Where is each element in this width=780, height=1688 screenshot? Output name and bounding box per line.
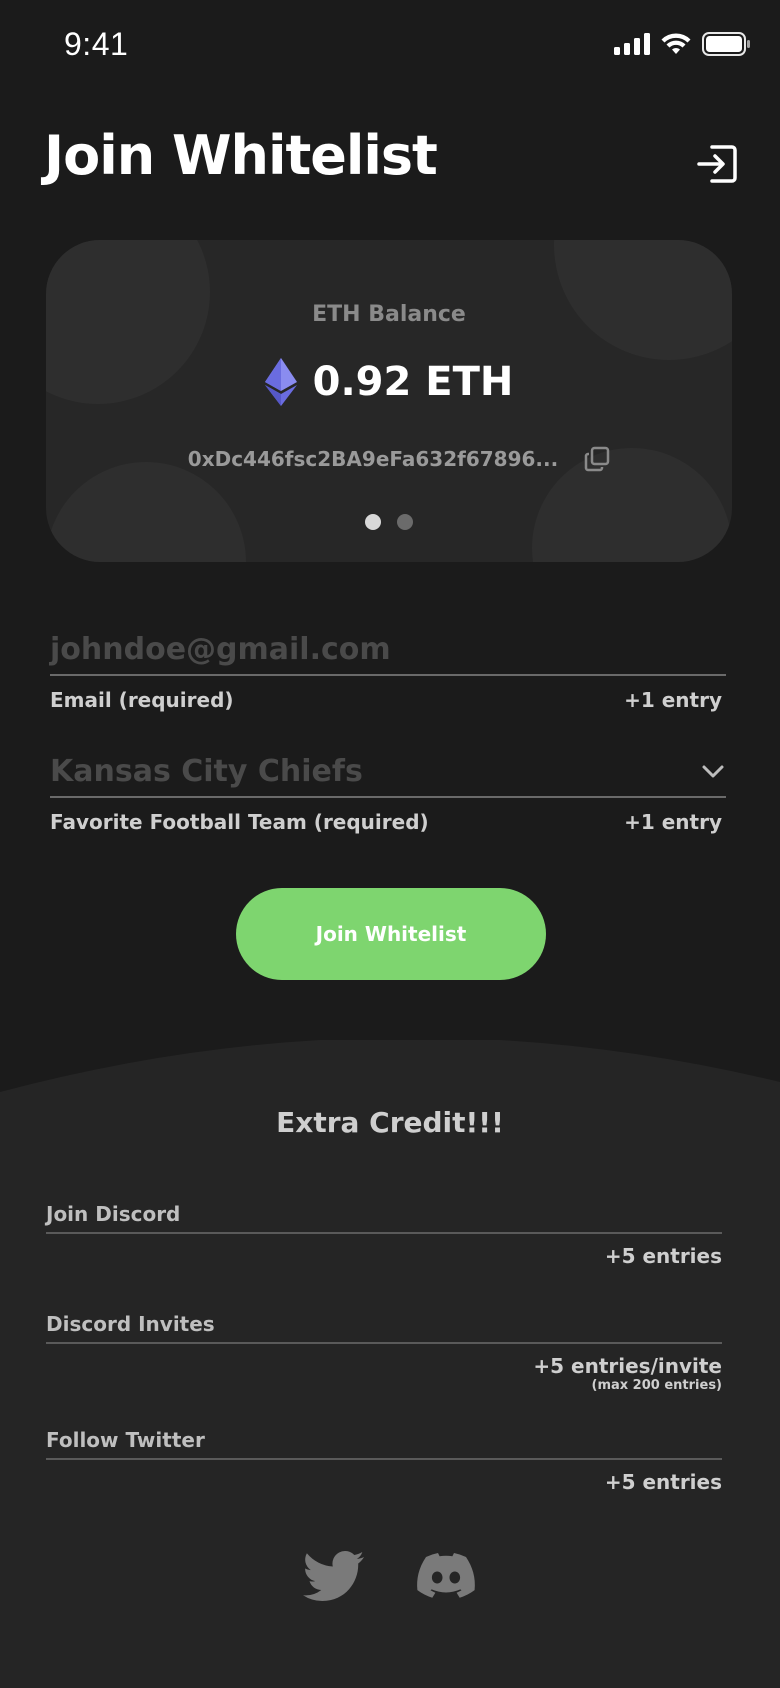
status-bar: 9:41 xyxy=(0,0,780,92)
card-pager xyxy=(46,514,732,530)
task-entry-count: +5 entries xyxy=(604,1470,722,1494)
battery-icon xyxy=(702,32,750,56)
email-placeholder: johndoe@gmail.com xyxy=(50,631,391,667)
page-title: Join Whitelist xyxy=(44,124,438,187)
email-meta: Email (required) +1 entry xyxy=(50,688,726,712)
chevron-down-icon[interactable] xyxy=(700,758,726,784)
task-label: Join Discord xyxy=(46,1202,722,1234)
team-entry-count: +1 entry xyxy=(624,810,722,834)
discord-icon[interactable] xyxy=(414,1550,478,1604)
pager-dot-active[interactable] xyxy=(365,514,381,530)
balance-card[interactable]: ETH Balance 0.92 ETH 0xDc446fsc2BA9eFa63… xyxy=(46,240,732,562)
task-entry-count: +5 entries/invite xyxy=(533,1354,722,1378)
email-field[interactable]: johndoe@gmail.com xyxy=(50,624,726,676)
pager-dot[interactable] xyxy=(397,514,413,530)
task-follow-twitter[interactable]: Follow Twitter +5 entries xyxy=(46,1428,722,1494)
social-links xyxy=(0,1550,780,1604)
task-discord-invites[interactable]: Discord Invites +5 entries/invite (max 2… xyxy=(46,1312,722,1393)
team-meta: Favorite Football Team (required) +1 ent… xyxy=(50,810,726,834)
wifi-icon xyxy=(661,33,691,54)
email-label: Email (required) xyxy=(50,688,234,712)
balance-row: 0.92 ETH xyxy=(46,358,732,406)
wallet-address-row: 0xDc446fsc2BA9eFa632f67896... xyxy=(46,446,732,472)
card-decoration xyxy=(554,240,732,360)
logout-icon xyxy=(697,145,737,183)
ethereum-icon xyxy=(264,358,297,406)
team-selected-value: Kansas City Chiefs xyxy=(50,753,363,789)
task-entry-note: (max 200 entries) xyxy=(591,1378,722,1393)
team-label: Favorite Football Team (required) xyxy=(50,810,429,834)
wallet-address: 0xDc446fsc2BA9eFa632f67896... xyxy=(187,447,559,471)
balance-label: ETH Balance xyxy=(312,302,466,327)
twitter-icon[interactable] xyxy=(302,1550,366,1604)
signal-icon xyxy=(614,33,650,55)
copy-icon[interactable] xyxy=(584,446,610,472)
join-whitelist-button[interactable]: Join Whitelist xyxy=(236,888,546,980)
team-field-group: Kansas City Chiefs Favorite Football Tea… xyxy=(50,746,726,834)
email-field-group: johndoe@gmail.com Email (required) +1 en… xyxy=(50,624,726,712)
task-label: Discord Invites xyxy=(46,1312,722,1344)
task-label: Follow Twitter xyxy=(46,1428,722,1460)
extra-credit-title: Extra Credit!!! xyxy=(276,1106,504,1139)
task-entry-count: +5 entries xyxy=(604,1244,722,1268)
team-select[interactable]: Kansas City Chiefs xyxy=(50,746,726,798)
balance-amount: 0.92 ETH xyxy=(312,359,514,405)
card-decoration xyxy=(46,462,246,562)
status-icons xyxy=(614,32,750,56)
logout-button[interactable] xyxy=(696,142,740,186)
email-entry-count: +1 entry xyxy=(624,688,722,712)
task-join-discord[interactable]: Join Discord +5 entries xyxy=(46,1202,722,1268)
status-time: 9:41 xyxy=(64,26,129,62)
